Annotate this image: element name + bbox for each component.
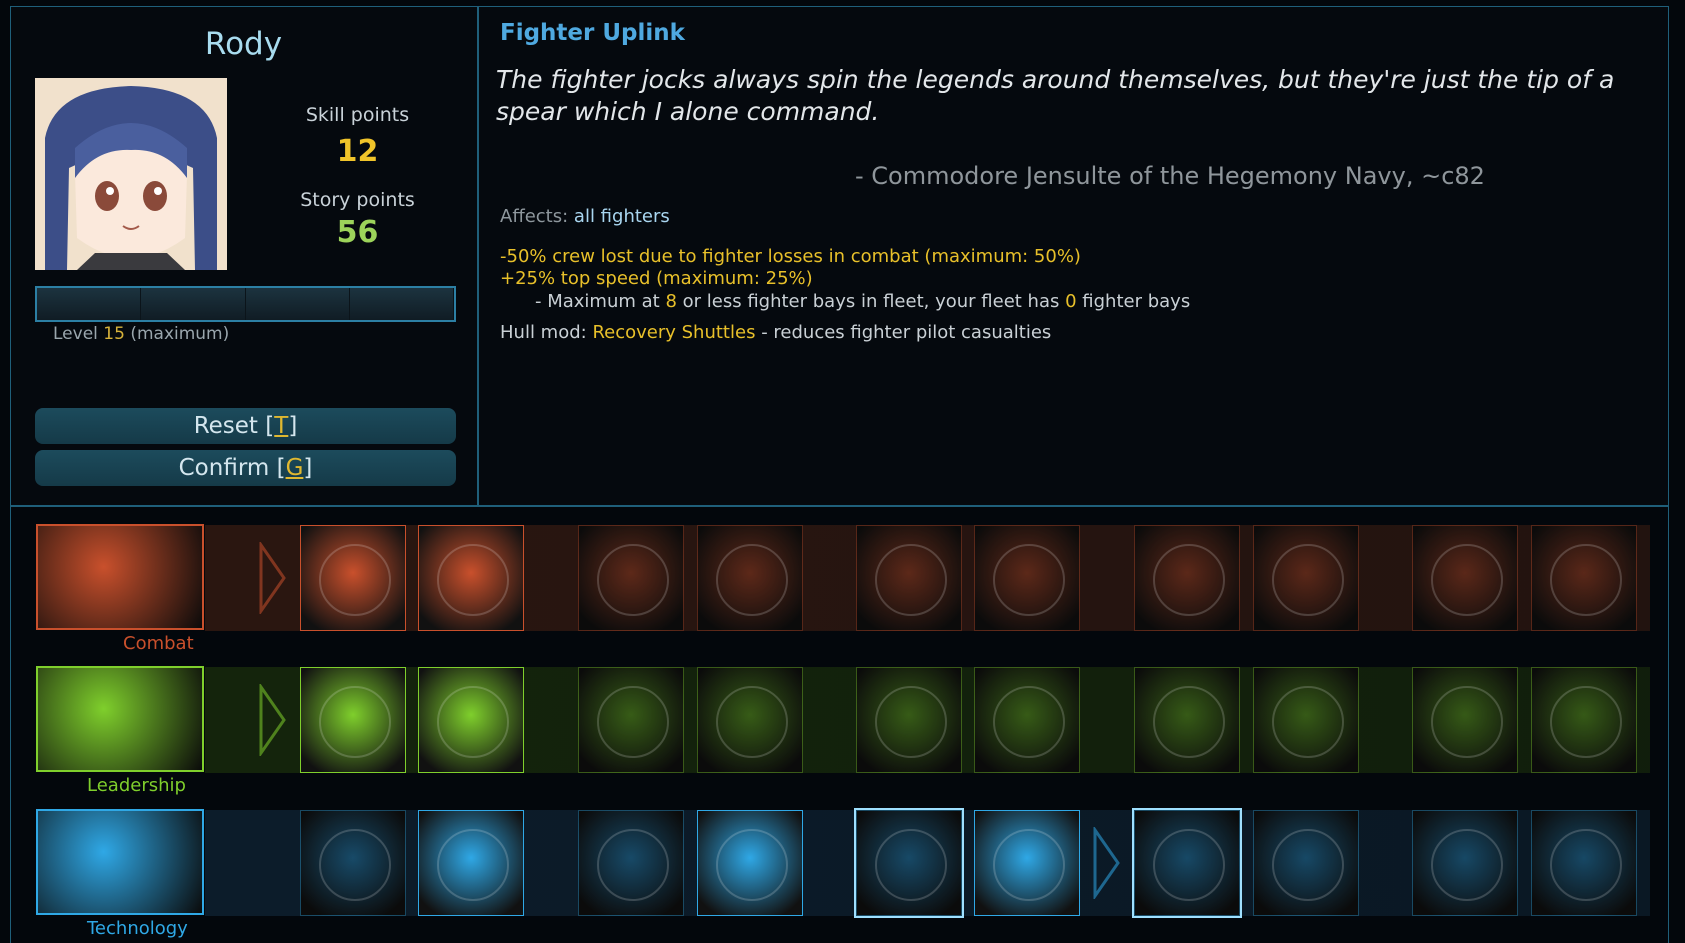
story-points-value: 56 <box>336 215 379 250</box>
skill-tile[interactable] <box>578 810 684 916</box>
character-panel: Rody Skill points 12 Story points 56 Lev… <box>10 6 479 505</box>
skill-tile[interactable] <box>1412 667 1518 773</box>
confirm-button-end: ] <box>303 455 313 481</box>
confirm-hotkey: G <box>285 455 304 481</box>
skill-tile[interactable] <box>300 525 406 631</box>
condition-mid: or less fighter bays in fleet, your flee… <box>682 291 1060 312</box>
skill-points-value: 12 <box>336 134 379 169</box>
skill-points-label: Skill points <box>305 104 410 126</box>
skill-tile[interactable] <box>1253 525 1359 631</box>
skill-tile[interactable] <box>1134 525 1240 631</box>
condition-suffix: fighter bays <box>1082 291 1191 312</box>
hull-mod-label: Hull mod: <box>500 322 587 343</box>
reset-button[interactable]: Reset [T] <box>35 408 456 444</box>
skill-tile[interactable] <box>697 810 803 916</box>
character-name: Rody <box>204 26 283 62</box>
reset-hotkey: T <box>274 413 289 439</box>
skill-tile[interactable] <box>300 810 406 916</box>
skill-tile[interactable] <box>1412 810 1518 916</box>
skill-tile[interactable] <box>974 667 1080 773</box>
skill-tile[interactable] <box>1531 525 1637 631</box>
level-display: Level 15 (maximum) <box>53 324 229 344</box>
skill-tile[interactable] <box>418 810 524 916</box>
tier-arrow-icon <box>259 684 286 756</box>
skill-tile[interactable] <box>1134 667 1240 773</box>
skill-tile[interactable] <box>300 667 406 773</box>
quote-attribution: - Commodore Jensulte of the Hegemony Nav… <box>855 162 1485 190</box>
confirm-button-label: Confirm [ <box>178 455 286 481</box>
skill-title: Fighter Uplink <box>500 20 685 46</box>
category-image-leadership <box>36 666 204 772</box>
level-label: Level <box>53 324 98 344</box>
skill-tile[interactable] <box>856 810 962 916</box>
category-label: Technology <box>87 918 188 939</box>
skill-tile[interactable] <box>1134 810 1240 916</box>
skill-affects: Affects: all fighters <box>500 206 670 227</box>
skill-tile[interactable] <box>1531 667 1637 773</box>
reset-button-end: ] <box>288 413 298 439</box>
skill-tile[interactable] <box>974 810 1080 916</box>
hull-mod-name: Recovery Shuttles <box>592 322 756 343</box>
category-label: Combat <box>123 633 194 654</box>
tier-arrow-icon <box>259 542 286 614</box>
skill-tile[interactable] <box>578 667 684 773</box>
skill-tile[interactable] <box>418 525 524 631</box>
skill-tile[interactable] <box>418 667 524 773</box>
experience-bar <box>35 286 456 322</box>
skill-effect-condition: - Maximum at 8 or less fighter bays in f… <box>535 291 1190 312</box>
skill-tile[interactable] <box>697 525 803 631</box>
hull-mod-desc: - reduces fighter pilot casualties <box>761 322 1052 343</box>
hull-mod-line: Hull mod: Recovery Shuttles - reduces fi… <box>500 322 1051 343</box>
skill-tile[interactable] <box>1253 667 1359 773</box>
skill-tile[interactable] <box>578 525 684 631</box>
level-note: (maximum) <box>130 324 230 344</box>
level-value: 15 <box>103 324 125 344</box>
skill-tile[interactable] <box>1412 525 1518 631</box>
category-image-technology <box>36 809 204 915</box>
skill-tile[interactable] <box>1531 810 1637 916</box>
skill-effect-1: -50% crew lost due to fighter losses in … <box>500 246 1081 267</box>
condition-prefix: - Maximum at <box>535 291 660 312</box>
skill-quote: The fighter jocks always spin the legend… <box>496 65 1615 126</box>
confirm-button[interactable]: Confirm [G] <box>35 450 456 486</box>
affects-value: all fighters <box>573 206 670 227</box>
character-portrait <box>35 78 227 270</box>
skill-tile[interactable] <box>856 525 962 631</box>
tier-arrow-icon <box>1093 827 1120 899</box>
skill-tile[interactable] <box>1253 810 1359 916</box>
reset-button-label: Reset [ <box>193 413 275 439</box>
skill-tile[interactable] <box>974 525 1080 631</box>
skill-effect-2: +25% top speed (maximum: 25%) <box>500 268 813 289</box>
condition-has: 0 <box>1065 291 1077 312</box>
affects-label: Affects: <box>500 206 569 227</box>
skill-tile[interactable] <box>856 667 962 773</box>
category-image-combat <box>36 524 204 630</box>
skill-tile[interactable] <box>697 667 803 773</box>
category-label: Leadership <box>87 775 186 796</box>
condition-max: 8 <box>665 291 677 312</box>
story-points-label: Story points <box>300 189 415 211</box>
